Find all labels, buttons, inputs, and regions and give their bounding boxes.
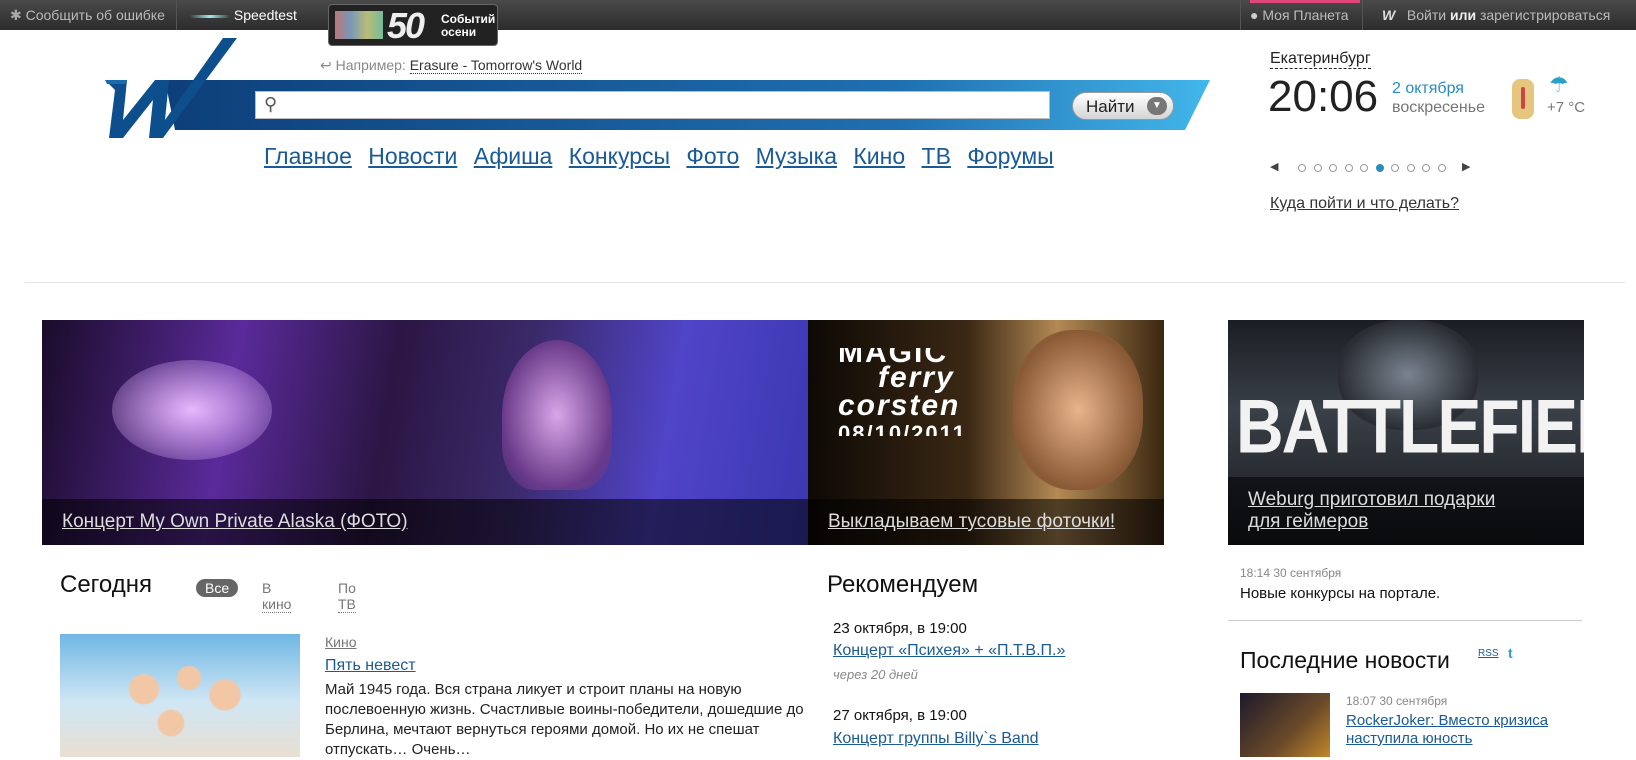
nav-item-music[interactable]: Музыка — [756, 143, 837, 169]
tab-tv[interactable]: По ТВ — [338, 580, 356, 613]
news-title-link[interactable]: RockerJoker: Вместо кризиса наступила юн… — [1346, 712, 1576, 748]
nav-item-news[interactable]: Новости — [368, 143, 457, 169]
carousel-dot[interactable] — [1313, 164, 1322, 172]
search-example: ↩ Например: Erasure - Tomorrow's World — [320, 57, 583, 74]
umbrella-icon: ☂ — [1549, 72, 1569, 97]
globe-icon: ● — [1250, 7, 1259, 23]
my-planet-link[interactable]: ● Моя Планета — [1250, 7, 1349, 23]
temperature: +7 °C — [1547, 99, 1586, 116]
banner-caption[interactable]: Концерт My Own Private Alaska (ФОТО) — [42, 499, 808, 545]
speedtest-link[interactable]: Speedtest — [190, 7, 297, 23]
nav-item-cinema[interactable]: Кино — [853, 143, 905, 169]
weekday: воскресенье — [1392, 99, 1485, 116]
header-divider — [25, 282, 1625, 283]
search-button[interactable]: Найти ▼ — [1072, 92, 1174, 120]
event-link[interactable]: Концерт группы Billy`s Band — [833, 730, 1039, 748]
search-input[interactable]: ⚲ — [255, 91, 1050, 119]
carousel-dot[interactable] — [1360, 164, 1368, 172]
carousel-dot[interactable] — [1437, 164, 1446, 172]
carousel-next-icon[interactable]: ▶ — [1462, 160, 1470, 173]
weburg-logo[interactable] — [105, 38, 250, 138]
promo-thumbnails — [335, 11, 383, 39]
news-thumbnail[interactable] — [1240, 693, 1330, 757]
movie-title-link[interactable]: Пять невест — [325, 657, 416, 675]
news-meta: 18:07 30 сентября — [1346, 694, 1448, 708]
nav-item-main[interactable]: Главное — [264, 143, 352, 169]
speedtest-icon — [190, 14, 230, 18]
event-relative-time: через 20 дней — [833, 667, 918, 682]
movie-description: Май 1945 года. Вся страна ликует и строи… — [325, 681, 804, 758]
concert-photo-person — [502, 340, 612, 490]
clock: 20:06 — [1268, 72, 1379, 121]
carousel-dot[interactable] — [1375, 164, 1384, 172]
nav-item-contests[interactable]: Конкурсы — [569, 143, 670, 169]
movie-poster[interactable] — [60, 634, 300, 757]
search-icon: ⚲ — [264, 94, 278, 114]
movie-category-link[interactable]: Кино — [325, 634, 357, 650]
carousel-dot[interactable] — [1298, 164, 1306, 172]
banner-battlefield[interactable]: BATTLEFIELD Weburg приготовил подарки дл… — [1228, 320, 1584, 545]
divider — [1240, 0, 1241, 30]
divider — [1362, 0, 1363, 30]
banner-concert[interactable]: Концерт My Own Private Alaska (ФОТО) — [42, 320, 808, 545]
nav-item-tv[interactable]: ТВ — [922, 143, 951, 169]
nav-item-afisha[interactable]: Афиша — [474, 143, 553, 169]
where-to-go-link[interactable]: Куда пойти и что делать? — [1270, 195, 1459, 213]
carousel-dot[interactable] — [1344, 164, 1353, 172]
banner-caption[interactable]: Выкладываем тусовые фоточки! — [808, 499, 1164, 545]
login-link[interactable]: Войти — [1407, 7, 1446, 23]
date-link[interactable]: 2 октября — [1392, 80, 1464, 98]
game-title: BATTLEFIELD — [1236, 383, 1584, 469]
tab-cinema[interactable]: В кино — [262, 580, 292, 613]
report-bug-link[interactable]: ✱ Сообщить об ошибке — [10, 7, 165, 24]
rss-link[interactable]: RSS — [1478, 648, 1499, 659]
city-selector[interactable]: Екатеринбург — [1270, 50, 1371, 69]
news-text-link[interactable]: Новые конкурсы на портале. — [1240, 585, 1440, 602]
promo-text: Событий осени — [441, 12, 496, 39]
top-bar: ✱ Сообщить об ошибке Speedtest ● Моя Пла… — [0, 0, 1636, 30]
example-query-link[interactable]: Erasure - Tomorrow's World — [409, 57, 583, 74]
carousel-dot[interactable] — [1329, 164, 1337, 172]
bug-icon: ✱ — [10, 7, 22, 23]
today-heading: Сегодня — [60, 571, 152, 598]
register-link[interactable]: зарегистрироваться — [1480, 7, 1610, 23]
poster-title: MAGIC ferry corsten 08/10/2011 — [838, 348, 967, 436]
carousel-nav: ◀ ▶ — [1270, 160, 1480, 176]
main-nav: Главное Новости Афиша Конкурсы Фото Музы… — [264, 143, 1064, 170]
poster-figures — [90, 644, 270, 757]
concert-photo-glow — [112, 360, 272, 460]
carousel-dot[interactable] — [1422, 164, 1430, 172]
last-news-heading: Последние новости — [1240, 647, 1450, 673]
right-divider — [1228, 620, 1582, 621]
promo-number: 50 — [387, 5, 425, 46]
divider — [176, 0, 177, 30]
recommend-heading: Рекомендуем — [827, 571, 979, 598]
carousel-dot[interactable] — [1406, 164, 1415, 172]
auth-links: W Войти или зарегистрироваться — [1382, 7, 1611, 23]
event-date: 27 октября, в 19:00 — [833, 707, 967, 724]
event-link[interactable]: Концерт «Психея» + «П.Т.В.П.» — [833, 642, 1065, 660]
event-date: 23 октября, в 19:00 — [833, 620, 967, 637]
active-indicator — [1250, 0, 1360, 3]
weburg-mini-icon: W — [1382, 7, 1396, 23]
news-meta: 18:14 30 сентября — [1240, 566, 1342, 580]
twitter-icon[interactable]: t — [1508, 645, 1513, 661]
chevron-down-icon[interactable]: ▼ — [1147, 97, 1167, 115]
banner-party[interactable]: MAGIC ferry corsten 08/10/2011 Выкладыва… — [808, 320, 1164, 545]
carousel-prev-icon[interactable]: ◀ — [1270, 160, 1278, 173]
dj-portrait — [1013, 330, 1143, 490]
thermometer-icon — [1512, 79, 1534, 119]
nav-item-forums[interactable]: Форумы — [967, 143, 1053, 169]
example-arrow-icon: ↩ — [320, 57, 332, 73]
nav-item-photo[interactable]: Фото — [686, 143, 739, 169]
tab-all[interactable]: Все — [196, 579, 239, 597]
banner-caption[interactable]: Weburg приготовил подарки для геймеров — [1228, 477, 1584, 545]
carousel-dot[interactable] — [1391, 164, 1399, 172]
promo-badge[interactable]: 50 Событий осени — [328, 4, 498, 46]
